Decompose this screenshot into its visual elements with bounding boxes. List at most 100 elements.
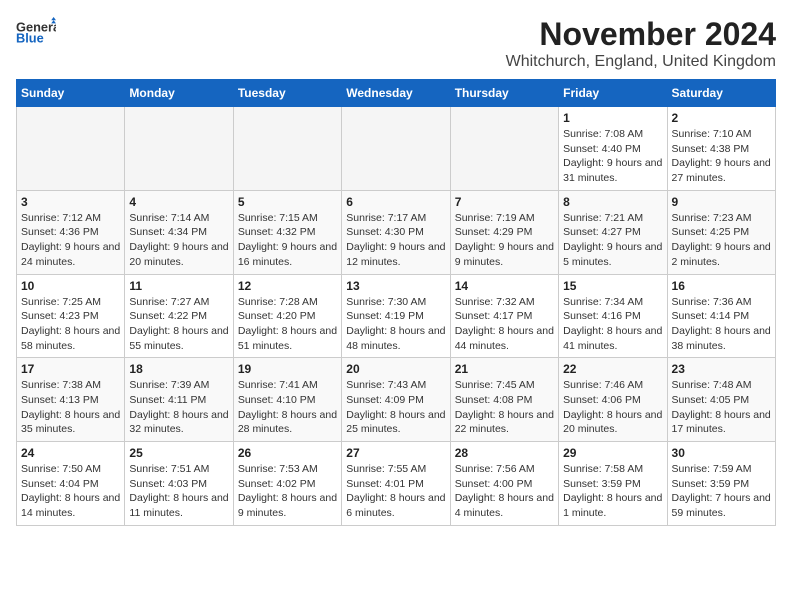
title-section: November 2024 Whitchurch, England, Unite… xyxy=(506,16,776,71)
calendar-cell: 9 Sunrise: 7:23 AM Sunset: 4:25 PM Daylig… xyxy=(667,190,775,274)
day-info: Sunrise: 7:21 AM Sunset: 4:27 PM Dayligh… xyxy=(563,211,662,270)
calendar-cell: 24Sunrise: 7:50 AM Sunset: 4:04 PM Dayli… xyxy=(17,442,125,526)
day-info: Sunrise: 7:19 AM Sunset: 4:29 PM Dayligh… xyxy=(455,211,554,270)
day-number: 18 xyxy=(129,362,228,376)
day-number: 11 xyxy=(129,279,228,293)
day-info: Sunrise: 7:50 AM Sunset: 4:04 PM Dayligh… xyxy=(21,462,120,521)
calendar-cell: 2Sunrise: 7:10 AM Sunset: 4:38 PM Daylig… xyxy=(667,107,775,191)
calendar-cell: 19 Sunrise: 7:41 AM Sunset: 4:10 PM Dayli… xyxy=(233,358,341,442)
calendar-cell: 14 Sunrise: 7:32 AM Sunset: 4:17 PM Dayli… xyxy=(450,274,558,358)
day-info: Sunrise: 7:08 AM Sunset: 4:40 PM Dayligh… xyxy=(563,127,662,186)
calendar-cell: 1Sunrise: 7:08 AM Sunset: 4:40 PM Daylig… xyxy=(559,107,667,191)
calendar-cell: 6Sunrise: 7:17 AM Sunset: 4:30 PM Daylig… xyxy=(342,190,450,274)
weekday-header: Wednesday xyxy=(342,80,450,107)
calendar-cell: 21 Sunrise: 7:45 AM Sunset: 4:08 PM Dayli… xyxy=(450,358,558,442)
weekday-header: Saturday xyxy=(667,80,775,107)
calendar-cell: 27 Sunrise: 7:55 AM Sunset: 4:01 PM Dayli… xyxy=(342,442,450,526)
day-number: 14 xyxy=(455,279,554,293)
weekday-header: Monday xyxy=(125,80,233,107)
calendar-cell: 18 Sunrise: 7:39 AM Sunset: 4:11 PM Dayli… xyxy=(125,358,233,442)
month-title: November 2024 xyxy=(506,16,776,53)
day-number: 9 xyxy=(672,195,771,209)
day-info: Sunrise: 7:32 AM Sunset: 4:17 PM Dayligh… xyxy=(455,295,554,354)
calendar-cell: 30 Sunrise: 7:59 AM Sunset: 3:59 PM Dayli… xyxy=(667,442,775,526)
day-info: Sunrise: 7:39 AM Sunset: 4:11 PM Dayligh… xyxy=(129,378,228,437)
day-info: Sunrise: 7:27 AM Sunset: 4:22 PM Dayligh… xyxy=(129,295,228,354)
day-info: Sunrise: 7:36 AM Sunset: 4:14 PM Dayligh… xyxy=(672,295,771,354)
day-info: Sunrise: 7:41 AM Sunset: 4:10 PM Dayligh… xyxy=(238,378,337,437)
day-number: 19 xyxy=(238,362,337,376)
day-number: 21 xyxy=(455,362,554,376)
day-info: Sunrise: 7:23 AM Sunset: 4:25 PM Dayligh… xyxy=(672,211,771,270)
calendar-cell: 7Sunrise: 7:19 AM Sunset: 4:29 PM Daylig… xyxy=(450,190,558,274)
day-info: Sunrise: 7:10 AM Sunset: 4:38 PM Dayligh… xyxy=(672,127,771,186)
day-number: 20 xyxy=(346,362,445,376)
day-info: Sunrise: 7:25 AM Sunset: 4:23 PM Dayligh… xyxy=(21,295,120,354)
calendar-cell: 22Sunrise: 7:46 AM Sunset: 4:06 PM Dayli… xyxy=(559,358,667,442)
day-info: Sunrise: 7:43 AM Sunset: 4:09 PM Dayligh… xyxy=(346,378,445,437)
location-title: Whitchurch, England, United Kingdom xyxy=(506,53,776,71)
calendar-cell: 11 Sunrise: 7:27 AM Sunset: 4:22 PM Dayli… xyxy=(125,274,233,358)
calendar-cell: 13 Sunrise: 7:30 AM Sunset: 4:19 PM Dayli… xyxy=(342,274,450,358)
day-number: 17 xyxy=(21,362,120,376)
day-number: 23 xyxy=(672,362,771,376)
calendar-week-row: 17 Sunrise: 7:38 AM Sunset: 4:13 PM Dayli… xyxy=(17,358,776,442)
day-number: 6 xyxy=(346,195,445,209)
calendar-cell: 17 Sunrise: 7:38 AM Sunset: 4:13 PM Dayli… xyxy=(17,358,125,442)
calendar-cell xyxy=(233,107,341,191)
day-info: Sunrise: 7:45 AM Sunset: 4:08 PM Dayligh… xyxy=(455,378,554,437)
calendar-cell: 29 Sunrise: 7:58 AM Sunset: 3:59 PM Dayli… xyxy=(559,442,667,526)
weekday-header: Friday xyxy=(559,80,667,107)
day-info: Sunrise: 7:12 AM Sunset: 4:36 PM Dayligh… xyxy=(21,211,120,270)
logo: General Blue xyxy=(16,16,56,46)
day-number: 15 xyxy=(563,279,662,293)
day-info: Sunrise: 7:59 AM Sunset: 3:59 PM Dayligh… xyxy=(672,462,771,521)
calendar-cell: 16 Sunrise: 7:36 AM Sunset: 4:14 PM Dayli… xyxy=(667,274,775,358)
day-info: Sunrise: 7:15 AM Sunset: 4:32 PM Dayligh… xyxy=(238,211,337,270)
day-info: Sunrise: 7:55 AM Sunset: 4:01 PM Dayligh… xyxy=(346,462,445,521)
calendar-cell: 4 Sunrise: 7:14 AM Sunset: 4:34 PM Daylig… xyxy=(125,190,233,274)
weekday-header: Tuesday xyxy=(233,80,341,107)
day-info: Sunrise: 7:14 AM Sunset: 4:34 PM Dayligh… xyxy=(129,211,228,270)
day-number: 26 xyxy=(238,446,337,460)
calendar-cell: 25 Sunrise: 7:51 AM Sunset: 4:03 PM Dayli… xyxy=(125,442,233,526)
day-info: Sunrise: 7:53 AM Sunset: 4:02 PM Dayligh… xyxy=(238,462,337,521)
calendar-week-row: 1Sunrise: 7:08 AM Sunset: 4:40 PM Daylig… xyxy=(17,107,776,191)
day-number: 12 xyxy=(238,279,337,293)
day-info: Sunrise: 7:56 AM Sunset: 4:00 PM Dayligh… xyxy=(455,462,554,521)
weekday-header: Sunday xyxy=(17,80,125,107)
calendar-cell xyxy=(450,107,558,191)
day-number: 27 xyxy=(346,446,445,460)
calendar-cell: 12 Sunrise: 7:28 AM Sunset: 4:20 PM Dayli… xyxy=(233,274,341,358)
calendar-cell: 8Sunrise: 7:21 AM Sunset: 4:27 PM Daylig… xyxy=(559,190,667,274)
calendar-cell: 26 Sunrise: 7:53 AM Sunset: 4:02 PM Dayli… xyxy=(233,442,341,526)
day-info: Sunrise: 7:34 AM Sunset: 4:16 PM Dayligh… xyxy=(563,295,662,354)
day-info: Sunrise: 7:51 AM Sunset: 4:03 PM Dayligh… xyxy=(129,462,228,521)
calendar-week-row: 24Sunrise: 7:50 AM Sunset: 4:04 PM Dayli… xyxy=(17,442,776,526)
day-number: 10 xyxy=(21,279,120,293)
calendar-cell: 15 Sunrise: 7:34 AM Sunset: 4:16 PM Dayli… xyxy=(559,274,667,358)
day-number: 4 xyxy=(129,195,228,209)
calendar-cell: 3 Sunrise: 7:12 AM Sunset: 4:36 PM Daylig… xyxy=(17,190,125,274)
day-info: Sunrise: 7:30 AM Sunset: 4:19 PM Dayligh… xyxy=(346,295,445,354)
day-info: Sunrise: 7:38 AM Sunset: 4:13 PM Dayligh… xyxy=(21,378,120,437)
day-number: 30 xyxy=(672,446,771,460)
day-number: 28 xyxy=(455,446,554,460)
calendar-table: SundayMondayTuesdayWednesdayThursdayFrid… xyxy=(16,79,776,526)
day-info: Sunrise: 7:58 AM Sunset: 3:59 PM Dayligh… xyxy=(563,462,662,521)
day-number: 25 xyxy=(129,446,228,460)
calendar-cell: 28 Sunrise: 7:56 AM Sunset: 4:00 PM Dayli… xyxy=(450,442,558,526)
day-number: 16 xyxy=(672,279,771,293)
day-number: 13 xyxy=(346,279,445,293)
day-number: 3 xyxy=(21,195,120,209)
logo-icon: General Blue xyxy=(16,16,56,46)
weekday-header-row: SundayMondayTuesdayWednesdayThursdayFrid… xyxy=(17,80,776,107)
day-number: 29 xyxy=(563,446,662,460)
calendar-cell: 10 Sunrise: 7:25 AM Sunset: 4:23 PM Dayli… xyxy=(17,274,125,358)
day-info: Sunrise: 7:46 AM Sunset: 4:06 PM Dayligh… xyxy=(563,378,662,437)
day-info: Sunrise: 7:48 AM Sunset: 4:05 PM Dayligh… xyxy=(672,378,771,437)
calendar-week-row: 10 Sunrise: 7:25 AM Sunset: 4:23 PM Dayli… xyxy=(17,274,776,358)
day-info: Sunrise: 7:28 AM Sunset: 4:20 PM Dayligh… xyxy=(238,295,337,354)
calendar-cell xyxy=(17,107,125,191)
page-header: General Blue November 2024 Whitchurch, E… xyxy=(16,16,776,71)
